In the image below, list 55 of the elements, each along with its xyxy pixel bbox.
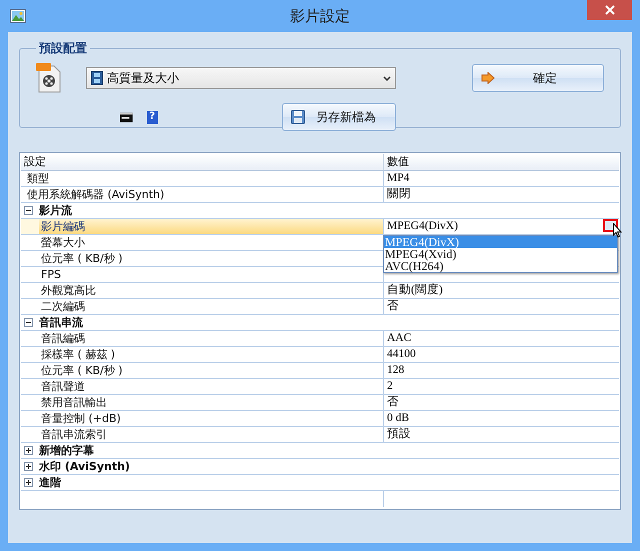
dropdown-option[interactable]: MPEG4(Xvid) (384, 248, 617, 260)
property-name[interactable]: 外觀寬高比 (39, 283, 383, 298)
property-value: 否 (387, 300, 399, 312)
collapse-icon[interactable] (24, 206, 33, 215)
property-name[interactable]: 音量控制 (+dB) (39, 411, 383, 426)
video-file-icon (36, 63, 62, 93)
property-name[interactable]: 採樣率 ( 赫茲 ) (39, 347, 383, 362)
profile-dropdown[interactable]: 高質量及大小 (86, 67, 396, 89)
category-label: 新增的字幕 (38, 443, 94, 458)
column-header: 數值 (383, 154, 619, 170)
property-value: 128 (387, 364, 404, 376)
arrow-right-icon (481, 72, 495, 84)
dropdown-option[interactable]: AVC(H264) (384, 260, 617, 272)
group-title: 預設配置 (38, 40, 88, 57)
collapse-icon[interactable] (24, 318, 33, 327)
property-name[interactable]: FPS (39, 267, 383, 282)
property-name[interactable]: 音訊串流索引 (39, 427, 383, 442)
property-name[interactable]: 音訊編碼 (39, 331, 383, 346)
property-name[interactable]: 位元率 ( KB/秒 ) (39, 251, 383, 266)
expand-icon[interactable] (24, 462, 33, 471)
property-name[interactable]: 音訊聲道 (39, 379, 383, 394)
chevron-down-icon (383, 76, 391, 80)
close-button[interactable] (587, 0, 632, 20)
property-value: MPEG4(DivX) (387, 220, 458, 232)
ok-button[interactable]: 確定 (472, 64, 604, 92)
property-value: MP4 (387, 172, 410, 184)
property-name[interactable]: 禁用音訊輸出 (39, 395, 383, 410)
category-label: 進階 (38, 475, 61, 490)
property-name[interactable]: 位元率 ( KB/秒 ) (39, 363, 383, 378)
property-value: 關閉 (387, 188, 411, 200)
terminal-icon[interactable] (120, 112, 133, 122)
property-name[interactable]: 二次編碼 (39, 299, 383, 314)
window-title: 影片設定 (289, 7, 351, 26)
close-icon (604, 5, 614, 15)
expand-icon[interactable] (24, 446, 33, 455)
property-name[interactable]: 類型 (25, 171, 383, 186)
property-value: AAC (387, 332, 412, 344)
property-value: 0 dB (387, 412, 410, 424)
property-name[interactable]: 使用系統解碼器 (AviSynth) (25, 187, 383, 202)
property-name[interactable]: 影片編碼 (39, 219, 383, 234)
film-icon (91, 71, 103, 85)
property-value: 預設 (387, 428, 411, 440)
property-value: 2 (387, 380, 393, 392)
property-name[interactable]: 螢幕大小 (39, 235, 383, 250)
category-label: 音訊串流 (38, 315, 83, 330)
column-header: 設定 (23, 154, 47, 170)
category-label: 影片流 (38, 203, 72, 218)
property-value: 否 (387, 396, 399, 408)
help-icon[interactable]: ? (146, 110, 158, 124)
property-value: 自動(闊度) (387, 284, 443, 296)
expand-icon[interactable] (24, 478, 33, 487)
app-icon (10, 9, 26, 23)
property-value: 44100 (387, 348, 416, 360)
save-as-button[interactable]: 另存新檔為 (282, 103, 396, 131)
category-label: 水印 (AviSynth) (38, 459, 130, 474)
